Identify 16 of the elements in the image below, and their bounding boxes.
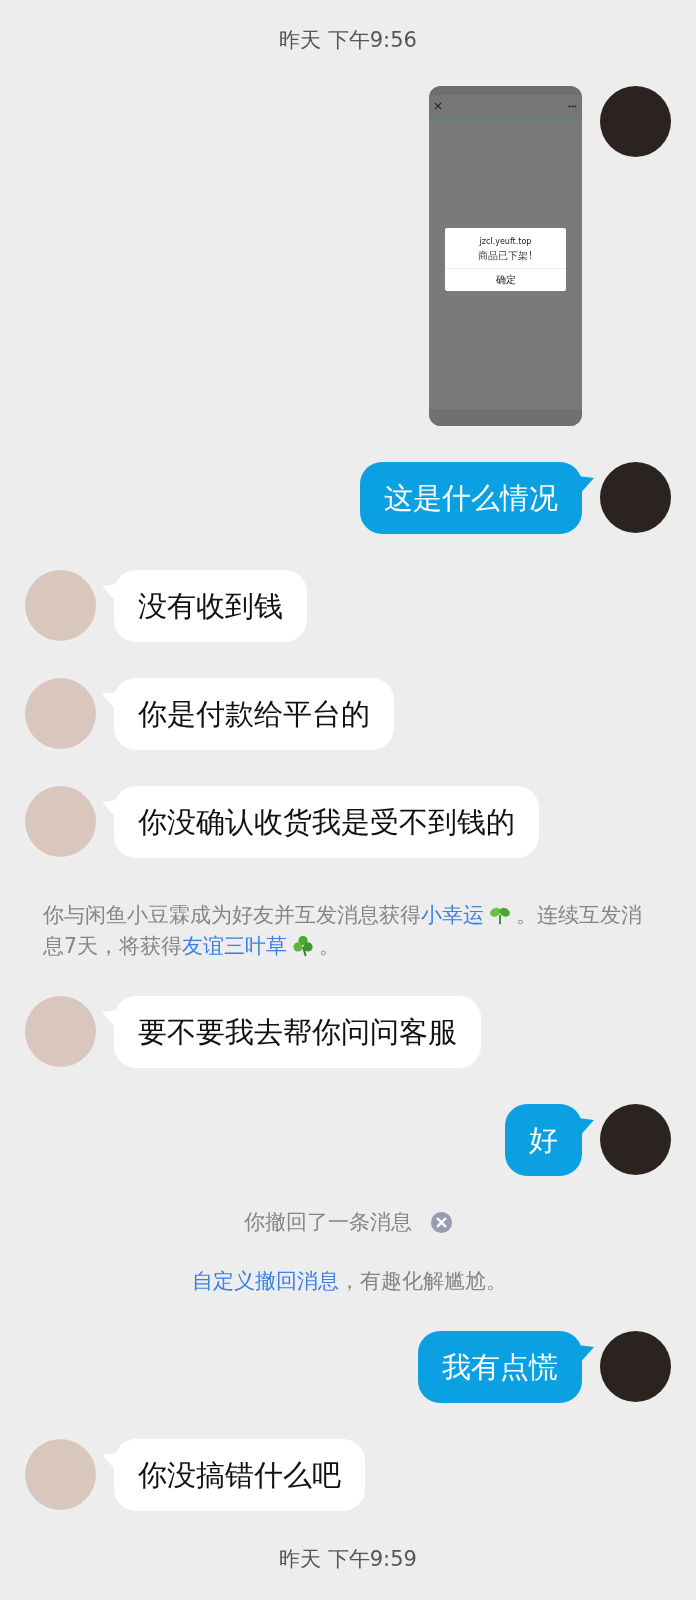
timestamp: 昨天 下午9:59 <box>279 1546 417 1573</box>
notice-link[interactable]: 自定义撤回消息 <box>192 1269 339 1293</box>
more-icon <box>568 104 577 108</box>
dialog-title: jzcl.yeuft.top <box>479 236 532 246</box>
close-icon[interactable] <box>429 1210 453 1234</box>
notice-link[interactable]: 友谊三叶草 <box>182 934 288 958</box>
notice-link[interactable]: 小幸运 <box>421 903 484 927</box>
clover-icon <box>292 935 315 957</box>
close-icon <box>434 102 442 110</box>
recall-notice: 你撤回了一条消息 <box>243 1209 412 1236</box>
timestamp: 昨天 下午9:56 <box>279 27 417 54</box>
ok-button[interactable]: 确定 <box>445 267 566 291</box>
dialog-message: 商品已下架! <box>478 248 533 263</box>
system-notice: 自定义撤回消息，有趣化解尴尬。 <box>191 1268 508 1295</box>
system-notice: 你与闲鱼小豆霖成为好友并互发消息获得小幸运 。连续互发消息7天，将获得友谊三叶草 。 <box>42 902 643 960</box>
screenshot-image[interactable]: jzcl.yeuft.top 商品已下架! 确定 <box>429 86 582 426</box>
